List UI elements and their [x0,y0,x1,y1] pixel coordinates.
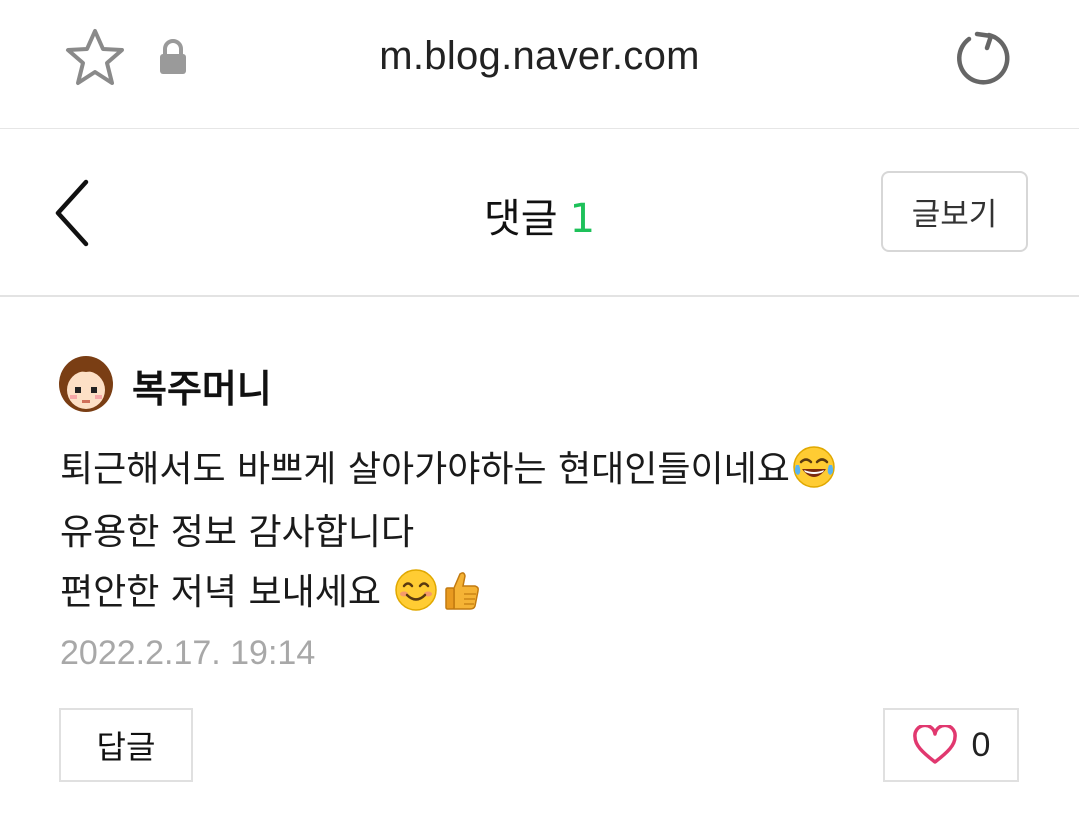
reload-icon[interactable] [955,30,1011,86]
view-post-button[interactable]: 글보기 [881,171,1028,252]
like-button[interactable]: 0 [883,708,1019,782]
like-count: 0 [971,725,991,764]
comment-date: 2022.2.17. 19:14 [60,634,316,672]
comment-text-line-2: 유용한 정보 감사합니다 [60,512,415,553]
avatar [59,356,113,412]
url-text[interactable]: m.blog.naver.com [0,34,1079,79]
comment-title-label: 댓글 [483,196,558,242]
tears-of-joy-emoji-icon [793,446,835,488]
comment-text-line-3: 편안한 저녁 보내세요 [60,563,484,615]
thumbs-up-emoji-icon [445,572,480,610]
smiling-face-emoji-icon [395,569,438,611]
comment-author[interactable]: 복주머니 [132,358,272,413]
comment-text-line-1: 퇴근해서도 바쁘게 살아가야하는 현대인들이네요 [60,440,836,492]
comment-text: 편안한 저녁 보내세요 [60,572,393,613]
comment-text: 퇴근해서도 바쁘게 살아가야하는 현대인들이네요 [60,449,790,490]
reply-button[interactable]: 답글 [59,708,193,782]
heart-icon [912,725,957,764]
comment-count: 1 [569,196,596,242]
